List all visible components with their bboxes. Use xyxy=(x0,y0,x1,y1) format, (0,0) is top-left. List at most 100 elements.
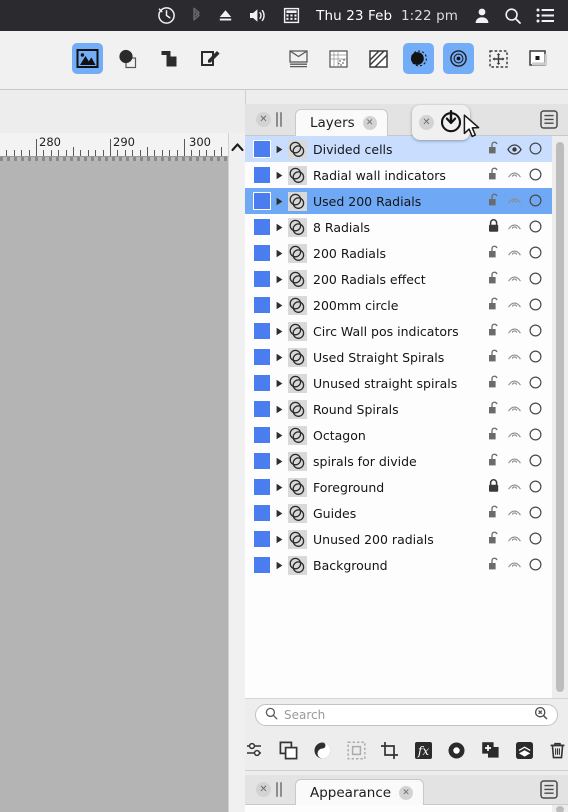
eye-hidden-icon[interactable] xyxy=(507,426,522,445)
layer-color-swatch[interactable] xyxy=(253,426,271,444)
appearance-scrollbar[interactable] xyxy=(552,805,568,812)
bluetooth-icon[interactable] xyxy=(183,0,210,31)
artboard-canvas[interactable] xyxy=(0,157,228,812)
layers-vertical-scrollbar[interactable] xyxy=(552,136,568,698)
lock-open-icon[interactable] xyxy=(488,400,500,419)
lock-open-icon[interactable] xyxy=(488,426,500,445)
calculator-icon[interactable] xyxy=(276,0,307,31)
layer-color-swatch[interactable] xyxy=(253,556,271,574)
layer-target-circle-icon[interactable] xyxy=(529,192,542,211)
lock-closed-icon[interactable] xyxy=(488,478,500,497)
lock-open-icon[interactable] xyxy=(488,166,500,185)
layer-color-swatch[interactable] xyxy=(253,270,271,288)
canvas-vertical-scrollbar[interactable] xyxy=(228,133,245,812)
panel-menu-icon[interactable] xyxy=(540,110,558,133)
layer-name[interactable]: Foreground xyxy=(313,480,488,495)
layer-row[interactable]: Background xyxy=(245,552,552,578)
layer-name[interactable]: 200mm circle xyxy=(313,298,488,313)
lock-open-icon[interactable] xyxy=(488,322,500,341)
layer-name[interactable]: Octagon xyxy=(313,428,488,443)
layer-target-circle-icon[interactable] xyxy=(529,400,542,419)
chevron-up-icon[interactable] xyxy=(231,137,244,156)
close-icon[interactable]: ✕ xyxy=(256,112,271,127)
layer-color-swatch[interactable] xyxy=(253,478,271,496)
edit-square-icon[interactable] xyxy=(195,43,226,74)
layer-color-swatch[interactable] xyxy=(253,192,271,210)
layer-row[interactable]: Guides xyxy=(245,500,552,526)
lock-open-icon[interactable] xyxy=(488,530,500,549)
layer-target-circle-icon[interactable] xyxy=(529,166,542,185)
notification-center-icon[interactable] xyxy=(529,0,562,31)
layer-color-swatch[interactable] xyxy=(253,400,271,418)
eye-hidden-icon[interactable] xyxy=(507,530,522,549)
layer-name[interactable]: Unused 200 radials xyxy=(313,532,488,547)
menubar-clock[interactable]: Thu 23 Feb 1:22 pm xyxy=(307,8,467,24)
layer-color-swatch[interactable] xyxy=(253,504,271,522)
layer-name[interactable]: Unused straight spirals xyxy=(313,376,488,391)
layer-name[interactable]: Round Spirals xyxy=(313,402,488,417)
lock-closed-icon[interactable] xyxy=(488,218,500,237)
chevron-right-icon[interactable] xyxy=(271,535,287,544)
layer-color-swatch[interactable] xyxy=(253,166,271,184)
delete-layer-icon[interactable] xyxy=(547,739,568,761)
layer-target-circle-icon[interactable] xyxy=(529,296,542,315)
eye-hidden-icon[interactable] xyxy=(507,556,522,575)
chevron-right-icon[interactable] xyxy=(271,145,287,154)
effects-fx-icon[interactable]: fx xyxy=(413,739,434,761)
layer-name[interactable]: 200 Radials xyxy=(313,246,488,261)
chevron-right-icon[interactable] xyxy=(271,353,287,362)
layer-row[interactable]: Used 200 Radials xyxy=(245,188,552,214)
layer-target-circle-icon[interactable] xyxy=(529,426,542,445)
chevron-right-icon[interactable] xyxy=(271,197,287,206)
layer-color-swatch[interactable] xyxy=(253,296,271,314)
time-machine-icon[interactable] xyxy=(150,0,183,31)
layer-row[interactable]: Divided cells xyxy=(245,136,552,162)
diagonal-fill-icon[interactable] xyxy=(363,43,394,74)
eject-icon[interactable] xyxy=(210,0,241,31)
layer-target-circle-icon[interactable] xyxy=(529,556,542,575)
layer-target-circle-icon[interactable] xyxy=(529,504,542,523)
layer-name[interactable]: Background xyxy=(313,558,488,573)
layer-name[interactable]: Divided cells xyxy=(313,142,488,157)
clear-search-icon[interactable] xyxy=(534,705,548,724)
eye-hidden-icon[interactable] xyxy=(507,348,522,367)
layer-color-swatch[interactable] xyxy=(253,218,271,236)
duplicate-shape-icon[interactable] xyxy=(154,43,185,74)
layer-color-swatch[interactable] xyxy=(253,452,271,470)
chevron-right-icon[interactable] xyxy=(271,379,287,388)
chevron-right-icon[interactable] xyxy=(271,561,287,570)
shadow-square-icon[interactable] xyxy=(523,43,554,74)
gradient-mesh-icon[interactable] xyxy=(283,43,314,74)
layer-name[interactable]: Guides xyxy=(313,506,488,521)
eye-hidden-icon[interactable] xyxy=(507,270,522,289)
image-trace-icon[interactable] xyxy=(72,43,103,74)
power-download-icon[interactable] xyxy=(438,108,464,138)
tab-appearance[interactable]: Appearance ✕ xyxy=(295,779,425,806)
layer-name[interactable]: Used 200 Radials xyxy=(313,194,488,209)
lock-open-icon[interactable] xyxy=(488,270,500,289)
layer-color-swatch[interactable] xyxy=(253,244,271,262)
fill-layer-icon[interactable] xyxy=(514,739,535,761)
layer-options-icon[interactable] xyxy=(245,739,266,761)
shape-builder-icon[interactable] xyxy=(113,43,144,74)
lock-open-icon[interactable] xyxy=(488,140,500,159)
layer-color-swatch[interactable] xyxy=(253,348,271,366)
chevron-right-icon[interactable] xyxy=(271,327,287,336)
layer-target-circle-icon[interactable] xyxy=(529,218,542,237)
chevron-right-icon[interactable] xyxy=(271,457,287,466)
eye-hidden-icon[interactable] xyxy=(507,192,522,211)
lock-open-icon[interactable] xyxy=(488,192,500,211)
eye-hidden-icon[interactable] xyxy=(507,296,522,315)
volume-icon[interactable] xyxy=(241,0,276,31)
chevron-right-icon[interactable] xyxy=(271,275,287,284)
eye-hidden-icon[interactable] xyxy=(507,218,522,237)
layer-target-circle-icon[interactable] xyxy=(529,374,542,393)
layer-name[interactable]: Circ Wall pos indicators xyxy=(313,324,488,339)
scrollbar-thumb[interactable] xyxy=(556,142,564,692)
close-icon[interactable]: ✕ xyxy=(256,782,271,797)
lock-open-icon[interactable] xyxy=(488,556,500,575)
layer-name[interactable]: 8 Radials xyxy=(313,220,488,235)
panel-menu-icon[interactable] xyxy=(540,780,558,803)
mask-layer-icon[interactable] xyxy=(312,739,333,761)
chevron-right-icon[interactable] xyxy=(271,171,287,180)
